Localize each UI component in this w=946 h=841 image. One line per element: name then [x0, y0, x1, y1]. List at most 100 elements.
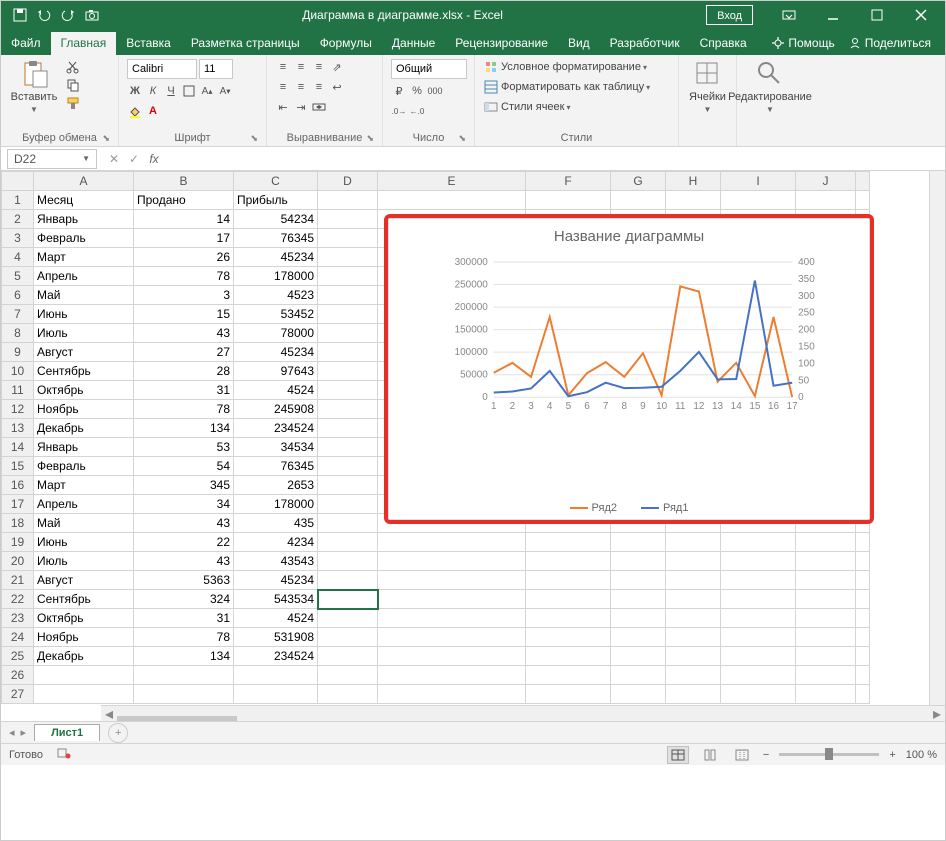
font-size-combo[interactable]	[199, 59, 233, 79]
bold-icon[interactable]: Ж	[127, 83, 143, 99]
dialog-launcher-icon[interactable]: ⬊	[250, 133, 258, 144]
minimize-icon[interactable]	[813, 1, 853, 29]
cell-J22[interactable]	[796, 590, 856, 609]
cell-F25[interactable]	[526, 647, 611, 666]
cell-D7[interactable]	[318, 305, 378, 324]
cell-J23[interactable]	[796, 609, 856, 628]
cell-H24[interactable]	[666, 628, 721, 647]
cell-A25[interactable]: Декабрь	[34, 647, 134, 666]
cell-A23[interactable]: Октябрь	[34, 609, 134, 628]
cell-J24[interactable]	[796, 628, 856, 647]
cell-H20[interactable]	[666, 552, 721, 571]
cell-D15[interactable]	[318, 457, 378, 476]
cell-A6[interactable]: Май	[34, 286, 134, 305]
cell-D13[interactable]	[318, 419, 378, 438]
cell-B21[interactable]: 5363	[134, 571, 234, 590]
align-bottom-icon[interactable]: ≡	[311, 59, 327, 75]
cell-C22[interactable]: 543534	[234, 590, 318, 609]
cell-C13[interactable]: 234524	[234, 419, 318, 438]
cell-C6[interactable]: 4523	[234, 286, 318, 305]
zoom-out-icon[interactable]: −	[763, 749, 769, 761]
zoom-slider[interactable]	[779, 753, 879, 756]
cell-C5[interactable]: 178000	[234, 267, 318, 286]
cell-F1[interactable]	[526, 191, 611, 210]
cell-F19[interactable]	[526, 533, 611, 552]
tab-разработчик[interactable]: Разработчик	[600, 32, 690, 55]
cell-C24[interactable]: 531908	[234, 628, 318, 647]
cell-A22[interactable]: Сентябрь	[34, 590, 134, 609]
cell-B6[interactable]: 3	[134, 286, 234, 305]
cell-B2[interactable]: 14	[134, 210, 234, 229]
cell-E20[interactable]	[378, 552, 526, 571]
camera-icon[interactable]	[85, 8, 99, 22]
cell-D22[interactable]	[318, 590, 378, 609]
scroll-left-icon[interactable]: ◂	[101, 704, 117, 722]
editing-button[interactable]: Редактирование▼	[745, 59, 795, 114]
undo-icon[interactable]	[37, 8, 51, 22]
cell-B13[interactable]: 134	[134, 419, 234, 438]
vertical-scrollbar[interactable]	[929, 171, 945, 705]
cells-button[interactable]: Ячейки▼	[687, 59, 728, 114]
cell-D19[interactable]	[318, 533, 378, 552]
normal-view-icon[interactable]	[667, 746, 689, 764]
cell-C7[interactable]: 53452	[234, 305, 318, 324]
tab-вставка[interactable]: Вставка	[116, 32, 181, 55]
align-left-icon[interactable]: ≡	[275, 79, 291, 95]
cell-H1[interactable]	[666, 191, 721, 210]
share-button[interactable]: Поделиться	[849, 36, 931, 50]
cell-A10[interactable]: Сентябрь	[34, 362, 134, 381]
cell-G22[interactable]	[611, 590, 666, 609]
page-break-view-icon[interactable]	[731, 746, 753, 764]
cell-E21[interactable]	[378, 571, 526, 590]
cell-G1[interactable]	[611, 191, 666, 210]
cell-B7[interactable]: 15	[134, 305, 234, 324]
macro-record-icon[interactable]	[57, 746, 71, 763]
cut-icon[interactable]	[65, 59, 81, 75]
cell-J20[interactable]	[796, 552, 856, 571]
cell-A9[interactable]: Август	[34, 343, 134, 362]
maximize-icon[interactable]	[857, 1, 897, 29]
cell-D8[interactable]	[318, 324, 378, 343]
scroll-right-icon[interactable]: ▸	[929, 704, 945, 722]
cell-C18[interactable]: 435	[234, 514, 318, 533]
name-box[interactable]: D22▼	[7, 149, 97, 169]
cell-D20[interactable]	[318, 552, 378, 571]
cell-C23[interactable]: 4524	[234, 609, 318, 628]
cell-A17[interactable]: Апрель	[34, 495, 134, 514]
cancel-icon[interactable]: ✕	[105, 152, 123, 166]
login-button[interactable]: Вход	[706, 5, 753, 25]
cell-J25[interactable]	[796, 647, 856, 666]
cell-A7[interactable]: Июнь	[34, 305, 134, 324]
font-color-icon[interactable]: А	[145, 103, 161, 119]
cell-C9[interactable]: 45234	[234, 343, 318, 362]
cell-D18[interactable]	[318, 514, 378, 533]
increase-indent-icon[interactable]: ⇥	[293, 99, 309, 115]
cell-B22[interactable]: 324	[134, 590, 234, 609]
zoom-level[interactable]: 100 %	[906, 749, 937, 761]
tab-разметка страницы[interactable]: Разметка страницы	[181, 32, 310, 55]
cell-C10[interactable]: 97643	[234, 362, 318, 381]
chart-plot-area[interactable]: 0500001000001500002000002500003000000501…	[446, 258, 828, 415]
cell-A1[interactable]: Месяц	[34, 191, 134, 210]
cell-B9[interactable]: 27	[134, 343, 234, 362]
chart-legend[interactable]: Ряд2 Ряд1	[388, 502, 870, 514]
cell-B3[interactable]: 17	[134, 229, 234, 248]
cell-C17[interactable]: 178000	[234, 495, 318, 514]
ribbon-display-icon[interactable]	[769, 1, 809, 29]
cell-A12[interactable]: Ноябрь	[34, 400, 134, 419]
orientation-icon[interactable]: ⇗	[329, 59, 345, 75]
cell-I22[interactable]	[721, 590, 796, 609]
cell-B25[interactable]: 134	[134, 647, 234, 666]
number-format-combo[interactable]	[391, 59, 467, 79]
cell-D25[interactable]	[318, 647, 378, 666]
fill-color-icon[interactable]	[127, 103, 143, 119]
redo-icon[interactable]	[61, 8, 75, 22]
cell-E1[interactable]	[378, 191, 526, 210]
cell-D1[interactable]	[318, 191, 378, 210]
tab-справка[interactable]: Справка	[690, 32, 757, 55]
cell-H21[interactable]	[666, 571, 721, 590]
page-layout-view-icon[interactable]	[699, 746, 721, 764]
cell-C2[interactable]: 54234	[234, 210, 318, 229]
wrap-text-icon[interactable]: ↩	[329, 79, 345, 95]
tab-формулы[interactable]: Формулы	[310, 32, 382, 55]
